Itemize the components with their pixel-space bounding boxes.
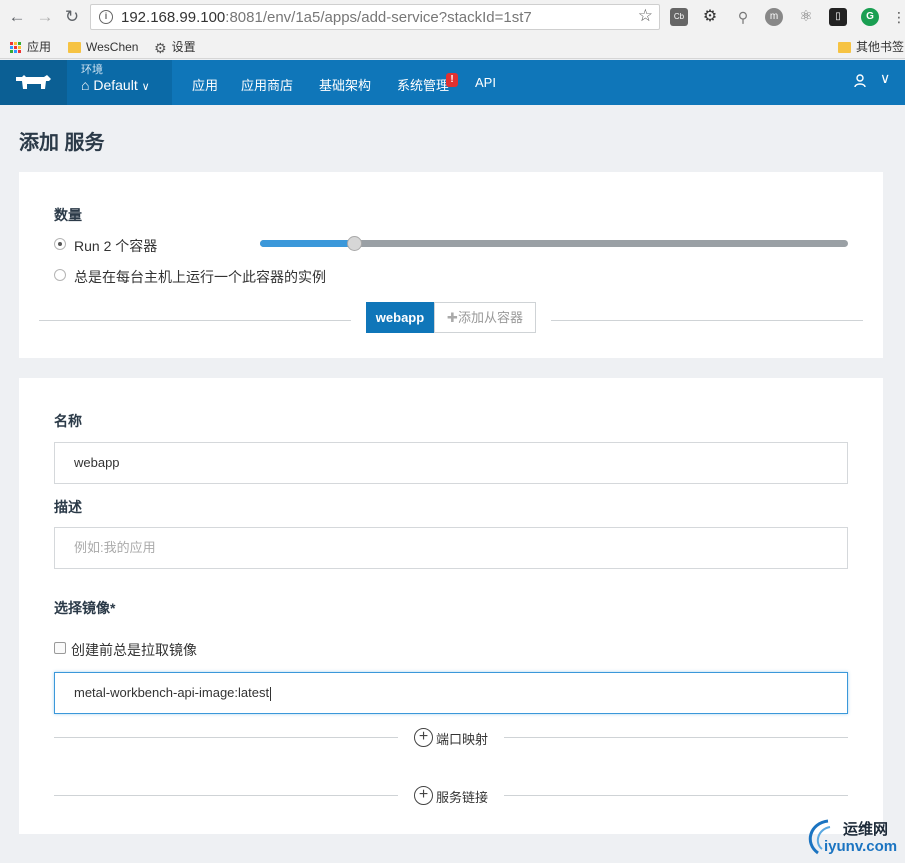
nav-apps[interactable]: 应用 — [192, 75, 218, 94]
gear-icon: ⚙ — [154, 39, 167, 56]
menu-dots-icon[interactable]: ⋮ — [890, 8, 905, 26]
divider — [504, 737, 848, 738]
extension-cb-icon[interactable]: Cb — [670, 8, 688, 26]
text-cursor — [270, 686, 272, 701]
name-input[interactable]: webapp — [54, 442, 848, 484]
home-icon: ⌂ — [81, 77, 90, 93]
port-map-link[interactable]: 端口映射 — [436, 729, 488, 748]
radio-run-count[interactable] — [54, 238, 66, 250]
divider — [54, 795, 398, 796]
scale-slider-handle[interactable] — [347, 236, 363, 251]
apps-grid-icon — [10, 42, 21, 54]
folder-icon — [838, 42, 851, 54]
back-icon[interactable]: ← — [7, 7, 27, 27]
divider — [551, 320, 863, 321]
address-bar[interactable]: i 192.168.99.100:8081/env/1a5/apps/add-s… — [90, 4, 660, 30]
react-icon[interactable]: ⚛ — [797, 8, 815, 26]
environment-switcher[interactable]: 环境 ⌂ Default ∨ — [67, 60, 172, 105]
nav-api[interactable]: API — [475, 75, 496, 90]
environment-label: 环境 — [81, 64, 103, 76]
image-input[interactable]: metal-workbench-api-image:latest — [54, 672, 848, 714]
chevron-down-icon[interactable]: ∨ — [880, 70, 890, 87]
forward-icon[interactable]: → — [35, 7, 55, 27]
extension-m-icon[interactable]: m — [765, 8, 783, 26]
divider — [39, 320, 351, 321]
browser-toolbar: ← → ↻ i 192.168.99.100:8081/env/1a5/apps… — [0, 0, 905, 34]
nav-admin[interactable]: 系统管理 — [397, 75, 449, 94]
nav-infrastructure[interactable]: 基础架构 — [319, 75, 371, 94]
pull-image-checkbox[interactable] — [54, 642, 66, 654]
divider — [54, 737, 398, 738]
info-icon[interactable]: i — [99, 10, 113, 24]
logo[interactable] — [0, 60, 67, 105]
chevron-down-icon: ∨ — [141, 81, 150, 93]
pull-image-label: 创建前总是拉取镜像 — [71, 642, 197, 658]
plus-icon: ✚ — [447, 310, 458, 325]
bookmark-other[interactable]: 其他书签 — [838, 38, 904, 56]
bookmark-settings[interactable]: ⚙ 设置 — [154, 38, 196, 56]
radio-run-count-label: Run 2 个容器 — [74, 238, 158, 254]
name-label: 名称 — [54, 413, 82, 429]
bookmark-star-icon[interactable]: ☆ — [638, 6, 653, 26]
film-icon[interactable]: ▯ — [829, 8, 847, 26]
watermark-bottom: iyunv.com — [824, 838, 898, 855]
scale-slider-fill — [260, 240, 355, 247]
watermark-top: 运维网 — [843, 821, 889, 838]
grammarly-icon[interactable]: G — [861, 8, 879, 26]
bookmark-weschen[interactable]: WesChen — [68, 38, 138, 56]
image-label: 选择镜像* — [54, 600, 116, 616]
add-service-link-icon[interactable]: + — [414, 786, 433, 805]
alert-badge: ! — [446, 73, 458, 87]
container-tab-webapp[interactable]: webapp — [366, 302, 434, 333]
scale-label: 数量 — [54, 207, 82, 223]
magnifier-icon[interactable]: ⚲ — [734, 8, 752, 26]
scale-slider[interactable] — [260, 236, 848, 251]
gear-icon[interactable]: ⚙ — [701, 8, 719, 26]
bookmark-apps[interactable]: 应用 — [10, 38, 51, 56]
reload-icon[interactable]: ↻ — [62, 7, 82, 27]
divider — [504, 795, 848, 796]
radio-global-label: 总是在每台主机上运行一个此容器的实例 — [74, 269, 326, 285]
bookmarks-bar: 应用 WesChen ⚙ 设置 其他书签 — [0, 34, 905, 59]
add-port-map-icon[interactable]: + — [414, 728, 433, 747]
environment-name: ⌂ Default ∨ — [81, 77, 150, 93]
rancher-logo-icon — [16, 75, 51, 89]
folder-icon — [68, 42, 81, 54]
radio-global[interactable] — [54, 269, 66, 281]
description-input[interactable]: 例如:我的应用 — [54, 527, 848, 569]
user-icon[interactable] — [854, 74, 866, 88]
nav-catalog[interactable]: 应用商店 — [241, 75, 293, 94]
description-label: 描述 — [54, 499, 82, 515]
service-link-link[interactable]: 服务链接 — [436, 787, 488, 806]
url-text: 192.168.99.100:8081/env/1a5/apps/add-ser… — [121, 9, 532, 26]
page-title: 添加 服务 — [19, 132, 105, 154]
add-sidekick-button[interactable]: ✚添加从容器 — [434, 302, 536, 333]
